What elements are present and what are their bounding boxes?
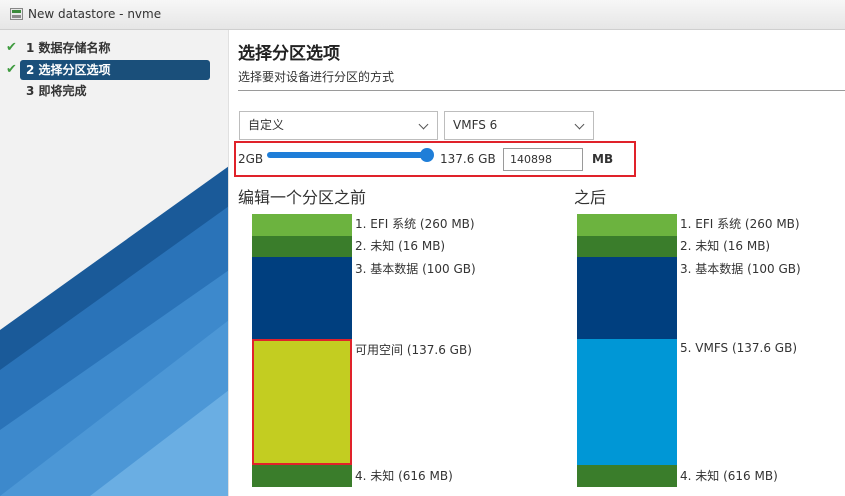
size-max-label: 137.6 GB bbox=[440, 152, 496, 166]
size-unit-label: MB bbox=[592, 152, 614, 166]
wizard-nav: ✔ 1 数据存储名称 ✔ 2 选择分区选项 3 即将完成 bbox=[0, 30, 229, 496]
step-2-complete-check-icon: ✔ bbox=[6, 62, 17, 77]
filesystem-value: VMFS 6 bbox=[453, 118, 498, 132]
before-partition-label: 1. EFI 系统 (260 MB) bbox=[355, 217, 475, 231]
main-content: 选择分区选项 选择要对设备进行分区的方式 自定义 VMFS 6 2GB 137.… bbox=[234, 30, 845, 496]
after-partition-label: 5. VMFS (137.6 GB) bbox=[680, 341, 798, 355]
step-1-complete-check-icon: ✔ bbox=[6, 40, 17, 55]
after-partition-bar-1 bbox=[577, 214, 677, 236]
filesystem-select[interactable]: VMFS 6 bbox=[444, 111, 594, 140]
partition-scheme-value: 自定义 bbox=[248, 118, 285, 132]
page-subtitle: 选择要对设备进行分区的方式 bbox=[238, 70, 395, 84]
before-partition-label: 可用空间 (137.6 GB) bbox=[355, 343, 472, 357]
size-input[interactable]: 140898 bbox=[503, 148, 583, 171]
window-titlebar: New datastore - nvme bbox=[0, 0, 845, 30]
after-partition-label: 3. 基本数据 (100 GB) bbox=[680, 262, 801, 276]
window-title: New datastore - nvme bbox=[28, 7, 162, 21]
divider bbox=[238, 90, 845, 91]
partition-scheme-select[interactable]: 自定义 bbox=[239, 111, 438, 140]
before-partition-label: 3. 基本数据 (100 GB) bbox=[355, 262, 476, 276]
after-partition-bar-5 bbox=[577, 339, 677, 465]
after-partition-bar-3 bbox=[577, 257, 677, 339]
after-partition-bar-4 bbox=[577, 465, 677, 487]
datastore-icon bbox=[10, 8, 23, 20]
after-partition-label: 1. EFI 系统 (260 MB) bbox=[680, 217, 800, 231]
before-partition-bar-4 bbox=[252, 465, 352, 487]
page-title: 选择分区选项 bbox=[238, 44, 340, 64]
before-title: 编辑一个分区之前 bbox=[238, 188, 367, 207]
before-partition-label: 2. 未知 (16 MB) bbox=[355, 239, 446, 253]
before-partition-bar-free[interactable] bbox=[252, 339, 352, 465]
nav-step-2[interactable]: 2 选择分区选项 bbox=[20, 60, 210, 80]
size-min-label: 2GB bbox=[238, 152, 264, 166]
nav-step-3[interactable]: 3 即将完成 bbox=[20, 81, 210, 101]
after-title: 之后 bbox=[574, 188, 607, 207]
before-partition-label: 4. 未知 (616 MB) bbox=[355, 469, 453, 483]
after-partition-bar-2 bbox=[577, 236, 677, 257]
size-slider-track[interactable] bbox=[267, 152, 429, 158]
before-partition-bar-2 bbox=[252, 236, 352, 257]
after-partition-label: 4. 未知 (616 MB) bbox=[680, 469, 778, 483]
size-slider-handle[interactable] bbox=[420, 148, 434, 162]
nav-step-1[interactable]: 1 数据存储名称 bbox=[20, 38, 210, 58]
before-partition-bar-3 bbox=[252, 257, 352, 339]
before-partition-bar-1 bbox=[252, 214, 352, 236]
chevron-down-icon bbox=[574, 119, 585, 130]
chevron-down-icon bbox=[418, 119, 429, 130]
after-partition-label: 2. 未知 (16 MB) bbox=[680, 239, 771, 253]
